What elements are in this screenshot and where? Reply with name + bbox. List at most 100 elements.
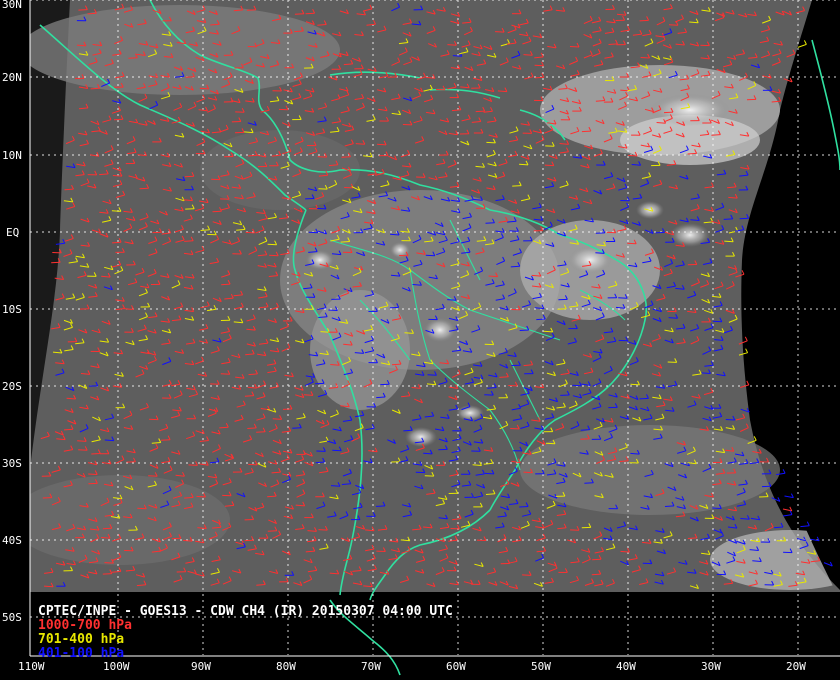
legend-mid-level: 701-400 hPa [38, 632, 125, 647]
wind-barb [752, 560, 762, 562]
wind-barb [739, 217, 749, 220]
wind-barb [639, 397, 649, 400]
wind-barb [148, 475, 158, 477]
wind-barb [687, 152, 697, 155]
wind-barb [341, 156, 351, 158]
wind-barb [497, 90, 507, 93]
wind-barb [689, 21, 699, 24]
wind-barb [523, 54, 533, 56]
wind-barb [267, 495, 277, 498]
wind-barb [303, 394, 313, 396]
wind-barb [663, 111, 674, 114]
wind-barb [317, 156, 327, 158]
ir-imagery [0, 0, 840, 680]
wind-barb [139, 187, 149, 190]
lon-label: 80W [276, 660, 296, 673]
bright-cloud [306, 250, 334, 270]
wind-barb [523, 471, 533, 474]
wind-barb [320, 331, 330, 333]
wind-barb [161, 439, 171, 441]
wind-barb [519, 506, 529, 508]
lon-label: 100W [103, 660, 130, 673]
wind-barb [210, 23, 220, 26]
wind-barb [510, 265, 520, 268]
wind-barb [137, 507, 147, 510]
product-title: CPTEC/INPE - GOES13 - CDW CH4 (IR) 20150… [38, 604, 453, 619]
wind-barb [99, 173, 109, 176]
wind-barb [124, 308, 134, 310]
wind-barb [188, 464, 198, 466]
wind-barb [377, 143, 387, 146]
lon-label: 70W [361, 660, 381, 673]
wind-barb [294, 13, 304, 15]
wind-barb [267, 530, 277, 532]
wind-barb [318, 529, 328, 531]
wind-barb [656, 122, 666, 124]
wind-barb [247, 427, 257, 429]
wind-barb [701, 372, 711, 374]
wind-barb [196, 495, 206, 498]
wind-barb [712, 507, 722, 509]
wind-barb [519, 329, 529, 331]
wind-barb [543, 330, 553, 333]
cloud [520, 425, 780, 515]
wind-barb [305, 12, 315, 15]
wind-barb [668, 317, 678, 319]
wind-barb [687, 537, 697, 539]
wind-barb [64, 428, 74, 431]
wind-barb [773, 526, 784, 529]
wind-barb [90, 87, 100, 90]
lat-label: 40S [2, 534, 22, 547]
wind-barb [606, 231, 616, 234]
wind-barb [581, 130, 591, 133]
wind-barb [88, 473, 98, 475]
lon-label: 110W [18, 660, 45, 673]
wind-barb [244, 395, 254, 397]
lon-label: 50W [531, 660, 551, 673]
wind-barb [340, 241, 350, 243]
wind-barb [580, 438, 590, 440]
cloud [30, 475, 230, 565]
wind-barb [112, 175, 122, 177]
wind-barb [184, 496, 194, 499]
wind-barb [294, 30, 304, 33]
wind-barb [375, 505, 386, 507]
lon-label: 60W [446, 660, 466, 673]
wind-barb [111, 210, 121, 212]
wind-barb [536, 318, 546, 321]
wind-barb [620, 550, 630, 553]
wind-barb [328, 309, 338, 311]
wind-barb [44, 585, 54, 588]
wind-barb [128, 57, 138, 59]
wind-barb [447, 44, 457, 46]
wind-barb [404, 332, 414, 334]
legend-high-level: 401-100 hPa [38, 646, 125, 661]
wind-barb [220, 373, 230, 375]
wind-barb [580, 429, 590, 431]
wind-barb [664, 505, 675, 507]
wind-barb [78, 9, 88, 11]
wind-barb [427, 374, 437, 376]
wind-barb [522, 574, 532, 576]
lon-label: 90W [191, 660, 211, 673]
wind-barb [557, 308, 567, 310]
lat-label: 30S [2, 457, 22, 470]
lat-label: 20S [2, 380, 22, 393]
wind-barb [124, 549, 134, 552]
wind-barb [534, 64, 544, 67]
wind-barb [64, 188, 74, 191]
wind-barb [544, 164, 554, 167]
wind-barb [389, 306, 399, 309]
lon-label: 20W [786, 660, 806, 673]
wind-barb [184, 240, 194, 242]
wind-barb [102, 527, 112, 530]
lat-label: 10S [2, 303, 22, 316]
bright-cloud [424, 318, 456, 342]
wind-barb [628, 154, 638, 157]
wind-barb [499, 376, 509, 378]
wind-barb [724, 240, 734, 243]
wind-barb [723, 218, 733, 220]
wind-barb [618, 297, 628, 299]
wind-barb [221, 283, 231, 286]
wind-barb [728, 196, 738, 199]
